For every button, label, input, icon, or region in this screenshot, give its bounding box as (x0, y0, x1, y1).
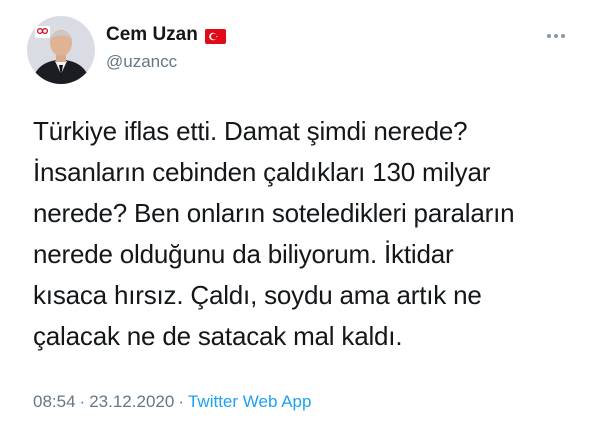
tweet-date[interactable]: 23.12.2020 (89, 392, 174, 411)
tweet-source-link[interactable]: Twitter Web App (188, 392, 311, 411)
more-horizontal-icon[interactable] (538, 26, 574, 46)
meta-separator: · (79, 392, 86, 411)
turkey-flag-icon (205, 29, 226, 44)
profile-photo (27, 16, 95, 84)
author-handle[interactable]: @uzancc (106, 52, 177, 72)
tweet-card: Cem Uzan @uzancc Türkiye iflas etti. Dam… (0, 0, 600, 432)
tweet-text: Türkiye iflas etti. Damat şimdi nerede? … (33, 116, 515, 351)
author-display-name[interactable]: Cem Uzan (106, 24, 198, 46)
tweet-time[interactable]: 08:54 (33, 392, 76, 411)
avatar[interactable] (27, 16, 95, 84)
meta-separator: · (178, 392, 184, 411)
tweet-meta: 08:54 · 23.12.2020 · Twitter Web App (33, 392, 311, 412)
